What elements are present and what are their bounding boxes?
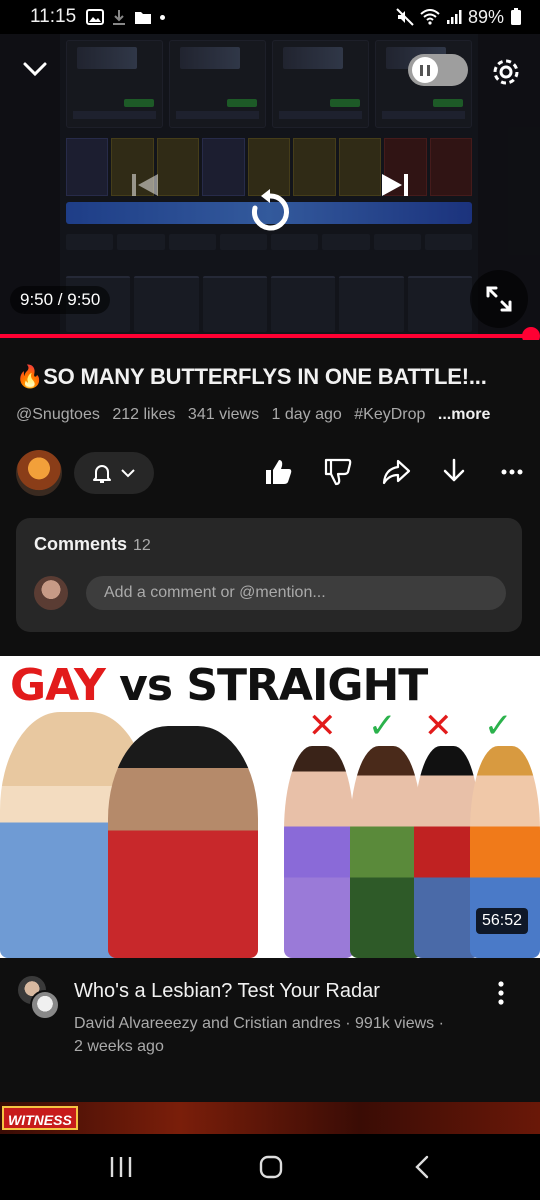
- next-video-title[interactable]: Who's a Lesbian? Test Your Radar: [74, 980, 380, 1003]
- previous-icon[interactable]: [128, 168, 162, 202]
- next-video-meta: David Alvareeezy and Cristian andres · 9…: [74, 1012, 484, 1058]
- view-count: 341 views: [187, 406, 260, 423]
- check-mark-icon: ✓: [484, 707, 513, 745]
- folder-icon: [135, 11, 152, 24]
- next-video-channels: David Alvareeezy and Cristian andres · 9…: [74, 1015, 444, 1032]
- pause-icon: [412, 57, 438, 83]
- status-bar: 11:15 89%: [0, 0, 540, 34]
- wifi-icon: [420, 9, 440, 25]
- recent-apps-icon[interactable]: [106, 1154, 136, 1180]
- channel-handle[interactable]: @Snugtoes: [16, 406, 100, 423]
- signal-icon: [446, 10, 462, 24]
- download-icon[interactable]: [438, 456, 470, 488]
- progress-bar[interactable]: [0, 334, 532, 338]
- next-icon[interactable]: [378, 168, 412, 202]
- dislike-icon[interactable]: [322, 456, 354, 488]
- download-status-icon: [113, 10, 126, 25]
- collapse-chevron-icon[interactable]: [18, 54, 52, 84]
- next-video-thumbnail[interactable]: GAY vs STRAIGHT ✕ ✓ ✕ ✓: [0, 656, 540, 958]
- avatar-2: [30, 990, 60, 1020]
- check-mark-icon: ✓: [368, 707, 397, 745]
- like-count: 212 likes: [112, 406, 176, 423]
- hashtag-link[interactable]: #KeyDrop: [354, 406, 425, 423]
- chevron-down-icon: [121, 469, 135, 478]
- comments-panel[interactable]: Comments 12 Add a comment or @mention...: [16, 518, 522, 632]
- kebab-menu-icon[interactable]: [494, 980, 508, 1006]
- mute-icon: [396, 8, 414, 26]
- fullscreen-icon: [486, 286, 512, 312]
- collab-avatars[interactable]: [16, 974, 62, 1020]
- user-avatar: [34, 576, 68, 610]
- thumbnail-word-2: vs STRAIGHT: [119, 660, 428, 711]
- bell-icon: [93, 465, 111, 483]
- comment-input[interactable]: Add a comment or @mention...: [86, 576, 506, 610]
- comments-count: 12: [133, 537, 151, 554]
- following-video-thumbnail[interactable]: WITNESS: [0, 1102, 540, 1134]
- battery-icon: [511, 8, 521, 25]
- scrubber-handle[interactable]: [522, 327, 540, 340]
- more-notifications-dot: [160, 14, 166, 20]
- witness-badge: WITNESS: [2, 1106, 78, 1130]
- autoplay-toggle[interactable]: [408, 54, 468, 86]
- home-icon[interactable]: [256, 1154, 286, 1180]
- more-icon[interactable]: [496, 456, 528, 488]
- notification-icons: [86, 9, 166, 25]
- battery-percent: 89%: [467, 6, 504, 27]
- settings-gear-icon[interactable]: [488, 54, 524, 90]
- channel-avatar[interactable]: [16, 450, 62, 496]
- status-time: 11:15: [30, 6, 77, 27]
- gallery-icon: [86, 9, 105, 25]
- video-meta[interactable]: @Snugtoes 212 likes 341 views 1 day ago …: [16, 406, 498, 424]
- cross-mark-icon: ✕: [308, 707, 337, 745]
- fullscreen-button[interactable]: [470, 270, 528, 328]
- video-title[interactable]: 🔥SO MANY BUTTERFLYS IN ONE BATTLE!...: [16, 364, 528, 390]
- notifications-button[interactable]: [74, 452, 154, 494]
- thumbnail-headline: GAY vs STRAIGHT: [10, 660, 428, 711]
- comments-header: Comments 12: [34, 534, 151, 555]
- duration-badge: 56:52: [475, 908, 528, 934]
- android-nav-bar: [0, 1134, 540, 1200]
- like-icon[interactable]: [262, 456, 294, 488]
- replay-icon[interactable]: [246, 188, 294, 236]
- more-link[interactable]: ...more: [438, 406, 490, 423]
- comments-label: Comments: [34, 534, 128, 554]
- timecode: 9:50 / 9:50: [10, 286, 111, 314]
- back-icon[interactable]: [408, 1154, 438, 1180]
- video-player[interactable]: 9:50 / 9:50: [0, 34, 540, 340]
- upload-age: 1 day ago: [271, 406, 342, 423]
- next-video-age: 2 weeks ago: [74, 1038, 164, 1055]
- thumbnail-word-1: GAY: [10, 660, 106, 711]
- share-icon[interactable]: [380, 456, 412, 488]
- cross-mark-icon: ✕: [424, 707, 453, 745]
